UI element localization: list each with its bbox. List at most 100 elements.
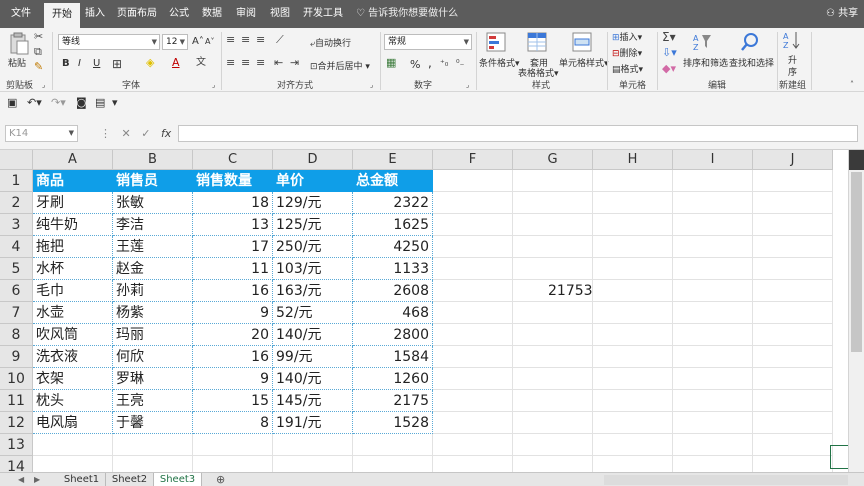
align-center-icon[interactable]: ≡ <box>241 56 250 70</box>
add-sheet-button[interactable]: ⊕ <box>216 473 225 486</box>
table-cell[interactable]: 洗衣液 <box>33 346 113 368</box>
row-header-7[interactable]: 7 <box>0 302 33 324</box>
table-cell[interactable]: 191/元 <box>273 412 353 434</box>
cell[interactable] <box>513 302 593 324</box>
delete-cells-button[interactable]: ⊟删除▾ <box>612 46 642 59</box>
fill-color-icon[interactable]: ◈ <box>146 56 154 70</box>
cell[interactable] <box>273 434 353 456</box>
cell[interactable] <box>513 214 593 236</box>
cell[interactable] <box>193 456 273 472</box>
dialog-launcher-icon[interactable]: ⌟ <box>370 78 373 92</box>
table-cell[interactable]: 11 <box>193 258 273 280</box>
cell[interactable] <box>593 368 673 390</box>
select-all-corner[interactable] <box>0 150 33 170</box>
cell[interactable] <box>673 434 753 456</box>
table-cell[interactable]: 15 <box>193 390 273 412</box>
align-top-icon[interactable]: ≡ <box>226 33 235 47</box>
increase-decimal-icon[interactable]: ⁺₀ <box>440 57 448 71</box>
column-header-E[interactable]: E <box>353 150 433 170</box>
sort-filter-icon[interactable]: A Z <box>692 32 712 52</box>
tab-3[interactable]: 页面布局 <box>112 0 162 28</box>
decrease-decimal-icon[interactable]: ⁰₋ <box>456 57 464 71</box>
enter-icon[interactable]: ✓ <box>141 127 150 140</box>
cell[interactable] <box>673 258 753 280</box>
table-cell[interactable]: 2175 <box>353 390 433 412</box>
dialog-launcher-icon[interactable]: ⌟ <box>466 78 469 92</box>
row-header-3[interactable]: 3 <box>0 214 33 236</box>
column-header-C[interactable]: C <box>193 150 273 170</box>
find-select-icon[interactable] <box>740 32 760 52</box>
table-cell[interactable]: 140/元 <box>273 368 353 390</box>
cell-styles-button[interactable]: 单元格样式▾ <box>559 56 609 69</box>
horizontal-scrollbar[interactable] <box>604 475 848 485</box>
cancel-icon[interactable]: ✕ <box>122 127 131 140</box>
sort-ascending-icon[interactable]: A Z <box>782 30 802 50</box>
table-cell[interactable]: 1528 <box>353 412 433 434</box>
autosum-icon[interactable]: Σ▾ <box>662 30 676 44</box>
cell[interactable] <box>673 390 753 412</box>
cell[interactable] <box>513 346 593 368</box>
table-cell[interactable]: 1260 <box>353 368 433 390</box>
shrink-font-button[interactable]: A˅ <box>205 37 214 46</box>
table-cell[interactable]: 电风扇 <box>33 412 113 434</box>
table-cell[interactable]: 145/元 <box>273 390 353 412</box>
font-size-select[interactable]: 12 ▼ <box>162 34 188 50</box>
table-cell[interactable]: 赵金 <box>113 258 193 280</box>
row-header-2[interactable]: 2 <box>0 192 33 214</box>
cell[interactable] <box>513 390 593 412</box>
merge-center-button[interactable]: ⊡合并后居中 ▾ <box>310 59 370 72</box>
align-bottom-icon[interactable]: ≡ <box>256 33 265 47</box>
cell[interactable] <box>753 214 833 236</box>
table-cell[interactable]: 250/元 <box>273 236 353 258</box>
table-cell[interactable]: 52/元 <box>273 302 353 324</box>
row-header-4[interactable]: 4 <box>0 236 33 258</box>
tell-me-search[interactable]: ♡ 告诉我你想要做什么 <box>356 0 458 28</box>
border-icon[interactable]: ⊞ <box>112 57 122 71</box>
cell[interactable] <box>593 258 673 280</box>
table-cell[interactable]: 1133 <box>353 258 433 280</box>
clear-icon[interactable]: ◆▾ <box>662 62 676 76</box>
cell[interactable] <box>753 434 833 456</box>
format-painter-icon[interactable]: ✎ <box>34 60 43 74</box>
cell[interactable] <box>273 456 353 472</box>
paste-button[interactable]: 粘贴 <box>8 56 26 69</box>
row-header-14[interactable]: 14 <box>0 456 33 472</box>
cell[interactable] <box>193 434 273 456</box>
collapse-ribbon-icon[interactable]: ˄ <box>850 78 854 92</box>
table-cell[interactable]: 玛丽 <box>113 324 193 346</box>
table-cell[interactable]: 衣架 <box>33 368 113 390</box>
cell[interactable] <box>593 412 673 434</box>
cell[interactable] <box>33 456 113 472</box>
decrease-indent-icon[interactable]: ⇤ <box>274 56 283 70</box>
table-cell[interactable]: 4250 <box>353 236 433 258</box>
cell[interactable] <box>673 456 753 472</box>
name-box[interactable]: K14 ▼ <box>5 125 78 142</box>
cell[interactable] <box>673 192 753 214</box>
sum-result-cell[interactable]: 21753 <box>513 280 593 302</box>
cell[interactable] <box>433 302 513 324</box>
cell[interactable] <box>433 236 513 258</box>
table-cell[interactable]: 125/元 <box>273 214 353 236</box>
cell[interactable] <box>673 280 753 302</box>
table-cell[interactable]: 13 <box>193 214 273 236</box>
cell[interactable] <box>433 258 513 280</box>
row-header-5[interactable]: 5 <box>0 258 33 280</box>
table-cell[interactable]: 王亮 <box>113 390 193 412</box>
table-cell[interactable]: 99/元 <box>273 346 353 368</box>
column-header-B[interactable]: B <box>113 150 193 170</box>
orientation-icon[interactable]: ⟋ <box>276 33 284 47</box>
table-cell[interactable]: 468 <box>353 302 433 324</box>
cell[interactable] <box>753 236 833 258</box>
cell[interactable] <box>513 258 593 280</box>
table-cell[interactable]: 1584 <box>353 346 433 368</box>
column-header-H[interactable]: H <box>593 150 673 170</box>
cell[interactable] <box>433 368 513 390</box>
sheet-tab-sheet3[interactable]: Sheet3 <box>154 473 202 486</box>
cell[interactable] <box>753 456 833 472</box>
row-header-13[interactable]: 13 <box>0 434 33 456</box>
cell[interactable] <box>753 192 833 214</box>
table-cell[interactable]: 孙莉 <box>113 280 193 302</box>
cell[interactable] <box>753 390 833 412</box>
cell[interactable] <box>433 390 513 412</box>
cell[interactable] <box>353 434 433 456</box>
